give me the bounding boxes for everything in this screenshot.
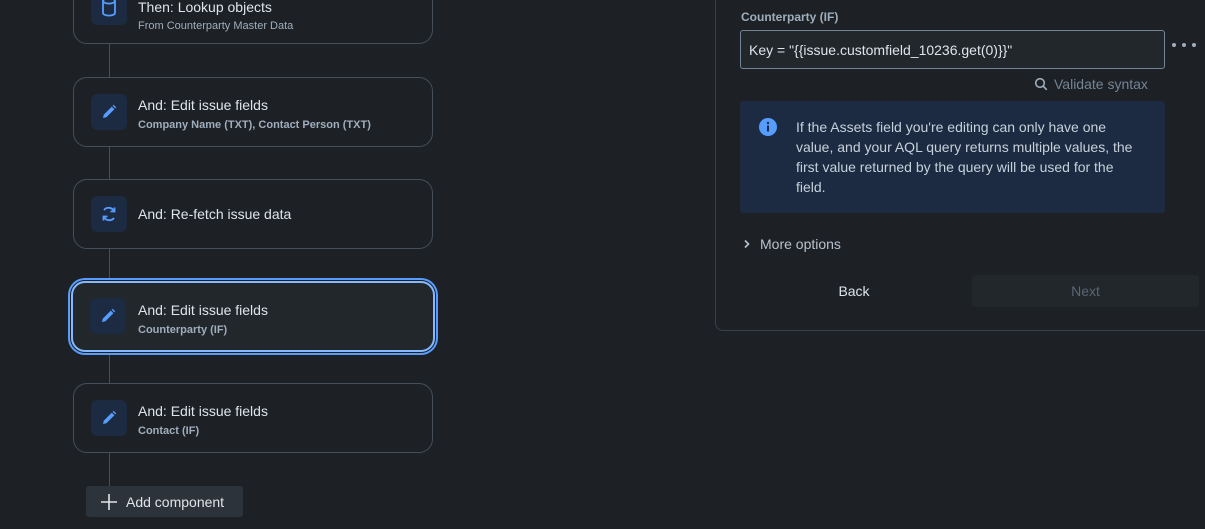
chevron-right-icon xyxy=(744,239,750,249)
info-message: If the Assets field you're editing can o… xyxy=(740,101,1165,213)
card-title: And: Edit issue fields xyxy=(138,302,268,318)
card-subtitle: Company Name (TXT), Contact Person (TXT) xyxy=(138,119,371,131)
database-icon xyxy=(91,0,127,25)
card-subtitle: From Counterparty Master Data xyxy=(138,20,294,32)
pencil-icon xyxy=(91,400,127,436)
card-title: And: Edit issue fields xyxy=(138,403,268,419)
card-title: Then: Lookup objects xyxy=(138,0,272,15)
more-actions-icon[interactable] xyxy=(1172,36,1196,54)
card-subtitle: Contact (IF) xyxy=(138,425,200,437)
search-icon xyxy=(1034,77,1048,91)
add-component-label: Add component xyxy=(126,493,225,510)
aql-query-input[interactable] xyxy=(740,30,1165,69)
next-button[interactable]: Next xyxy=(972,275,1199,307)
plus-icon xyxy=(101,493,117,510)
pencil-icon xyxy=(91,94,127,130)
validate-syntax-label: Validate syntax xyxy=(1054,76,1148,92)
refresh-icon xyxy=(91,196,127,232)
validate-syntax-button[interactable]: Validate syntax xyxy=(1034,76,1148,92)
card-title: And: Edit issue fields xyxy=(138,97,268,113)
pencil-icon xyxy=(90,298,126,334)
card-title: And: Re-fetch issue data xyxy=(138,206,292,222)
info-icon xyxy=(759,118,777,136)
card-subtitle: Counterparty (IF) xyxy=(138,324,228,336)
flow-card-edit-issue-fields-1[interactable]: And: Edit issue fields Company Name (TXT… xyxy=(73,77,433,147)
flow-card-lookup-objects[interactable]: Then: Lookup objects From Counterparty M… xyxy=(73,0,433,44)
flow-card-edit-issue-fields-3[interactable]: And: Edit issue fields Contact (IF) xyxy=(73,383,433,453)
add-component-button[interactable]: Add component xyxy=(86,486,243,517)
flow-card-edit-issue-fields-selected[interactable]: And: Edit issue fields Counterparty (IF) xyxy=(71,281,435,352)
back-button[interactable]: Back xyxy=(738,275,970,307)
flow-card-refetch-issue-data[interactable]: And: Re-fetch issue data xyxy=(73,179,433,249)
more-options-label: More options xyxy=(760,236,841,252)
automation-editor: Then: Lookup objects From Counterparty M… xyxy=(0,0,1205,529)
info-message-text: If the Assets field you're editing can o… xyxy=(796,119,1133,195)
field-label: Counterparty (IF) xyxy=(741,10,839,24)
more-options-toggle[interactable]: More options xyxy=(742,236,841,252)
